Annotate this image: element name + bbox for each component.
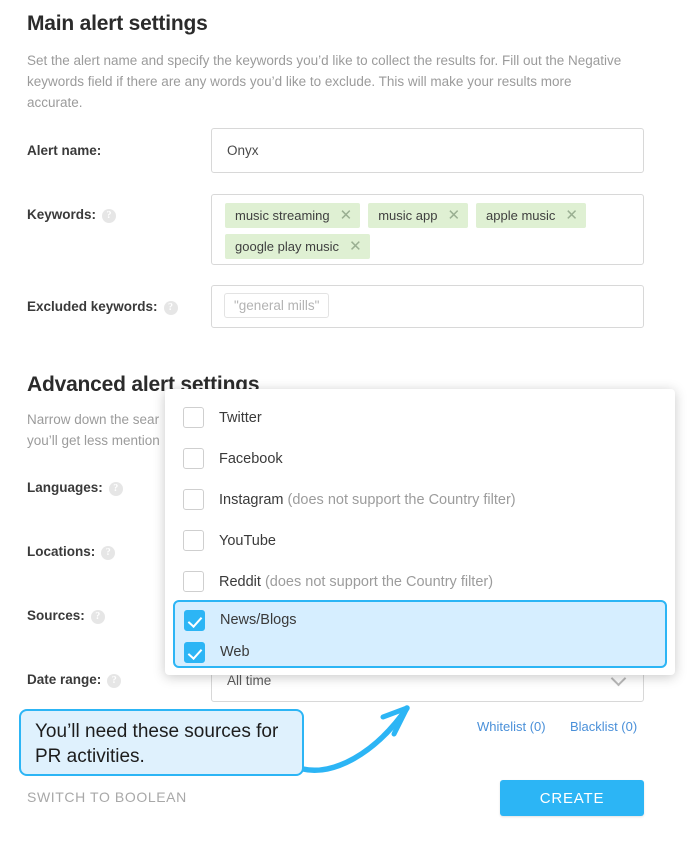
locations-label: Locations:? bbox=[27, 544, 116, 560]
remove-keyword-icon[interactable]: ✕ bbox=[349, 239, 362, 254]
source-option-label: Facebook bbox=[219, 450, 283, 467]
languages-label-text: Languages: bbox=[27, 480, 103, 495]
keywords-input[interactable]: music streaming ✕ music app ✕ apple music ✕ go… bbox=[211, 194, 644, 265]
source-option-note: (does not support the Country filter) bbox=[260, 573, 494, 590]
keywords-label-text: Keywords: bbox=[27, 207, 97, 222]
checkbox-icon[interactable] bbox=[183, 448, 204, 469]
alert-name-input[interactable]: Onyx bbox=[211, 128, 644, 173]
date-range-value: All time bbox=[227, 673, 272, 688]
keyword-tag[interactable]: google play music ✕ bbox=[225, 234, 370, 259]
source-option-label: Instagram (does not support the Country … bbox=[219, 491, 516, 508]
sources-selected-option-list: News/Blogs Web bbox=[175, 604, 665, 668]
help-icon[interactable]: ? bbox=[108, 482, 123, 496]
source-option-youtube[interactable]: YouTube bbox=[165, 520, 675, 561]
source-option-label: YouTube bbox=[219, 532, 276, 549]
remove-keyword-icon[interactable]: ✕ bbox=[565, 208, 578, 223]
excluded-keywords-label: Excluded keywords:? bbox=[27, 299, 178, 315]
sources-option-list: Twitter Facebook Instagram (does not suppo… bbox=[165, 397, 675, 602]
advanced-section-description-line2: you’ll get less mention bbox=[27, 433, 160, 448]
whitelist-link[interactable]: Whitelist (0) bbox=[477, 719, 546, 734]
advanced-section-description-line1: Narrow down the sear bbox=[27, 412, 160, 427]
excluded-keywords-placeholder: "general mills" bbox=[224, 293, 330, 318]
help-icon[interactable]: ? bbox=[107, 674, 122, 688]
source-option-label: Web bbox=[220, 644, 250, 660]
alert-name-value: Onyx bbox=[227, 143, 259, 158]
switch-to-boolean-button[interactable]: SWITCH TO BOOLEAN bbox=[27, 789, 187, 805]
checkbox-icon[interactable] bbox=[183, 489, 204, 510]
keyword-tag[interactable]: apple music ✕ bbox=[476, 203, 586, 228]
excluded-keywords-label-text: Excluded keywords: bbox=[27, 299, 158, 314]
remove-keyword-icon[interactable]: ✕ bbox=[340, 208, 353, 223]
alert-settings-page: Main alert settings Set the alert name a… bbox=[0, 0, 689, 844]
annotation-callout-text: You’ll need these sources for PR activit… bbox=[35, 721, 279, 767]
keyword-tag-label: music streaming bbox=[235, 208, 330, 223]
keyword-tag-label: google play music bbox=[235, 239, 340, 254]
main-section-description: Set the alert name and specify the keywo… bbox=[27, 53, 622, 110]
keywords-label: Keywords:? bbox=[27, 207, 117, 223]
alert-name-label: Alert name: bbox=[27, 143, 102, 158]
page-title: Main alert settings bbox=[27, 12, 208, 35]
sources-label: Sources:? bbox=[27, 608, 105, 624]
checkbox-icon[interactable] bbox=[183, 571, 204, 592]
checkbox-icon[interactable] bbox=[183, 530, 204, 551]
keyword-tag-label: apple music bbox=[486, 208, 556, 223]
help-icon[interactable]: ? bbox=[163, 301, 178, 315]
languages-label: Languages:? bbox=[27, 480, 123, 496]
help-icon[interactable]: ? bbox=[90, 610, 105, 624]
source-option-label: Reddit (does not support the Country fil… bbox=[219, 573, 494, 590]
sources-label-text: Sources: bbox=[27, 608, 85, 623]
source-option-label: News/Blogs bbox=[220, 612, 297, 628]
create-button[interactable]: CREATE bbox=[500, 780, 644, 816]
source-option-news-blogs[interactable]: News/Blogs bbox=[175, 604, 665, 636]
keyword-tag-list: music streaming ✕ music app ✕ apple music ✕ go… bbox=[225, 203, 643, 265]
keyword-tag[interactable]: music streaming ✕ bbox=[225, 203, 361, 228]
help-icon[interactable]: ? bbox=[102, 209, 117, 223]
excluded-keywords-input[interactable]: "general mills" bbox=[211, 285, 644, 328]
remove-keyword-icon[interactable]: ✕ bbox=[447, 208, 460, 223]
blacklist-link[interactable]: Blacklist (0) bbox=[570, 719, 637, 734]
source-option-facebook[interactable]: Facebook bbox=[165, 438, 675, 479]
checkbox-checked-icon[interactable] bbox=[184, 641, 205, 663]
source-option-instagram[interactable]: Instagram (does not support the Country … bbox=[165, 479, 675, 520]
source-option-web[interactable]: Web bbox=[175, 636, 665, 668]
keyword-tag-label: music app bbox=[378, 208, 438, 223]
source-option-reddit[interactable]: Reddit (does not support the Country fil… bbox=[165, 561, 675, 602]
sources-highlighted-group: News/Blogs Web bbox=[173, 600, 667, 668]
checkbox-icon[interactable] bbox=[183, 407, 204, 428]
checkbox-checked-icon[interactable] bbox=[184, 609, 205, 631]
help-icon[interactable]: ? bbox=[101, 546, 116, 560]
source-option-label: Twitter bbox=[219, 409, 262, 426]
annotation-callout: You’ll need these sources for PR activit… bbox=[19, 709, 304, 776]
keyword-tag[interactable]: music app ✕ bbox=[368, 203, 469, 228]
date-range-label: Date range:? bbox=[27, 672, 122, 688]
source-option-twitter[interactable]: Twitter bbox=[165, 397, 675, 438]
source-option-note: (does not support the Country filter) bbox=[283, 491, 516, 508]
date-range-label-text: Date range: bbox=[27, 672, 102, 687]
locations-label-text: Locations: bbox=[27, 544, 96, 559]
sources-dropdown-panel[interactable]: Twitter Facebook Instagram (does not suppo… bbox=[165, 389, 675, 675]
